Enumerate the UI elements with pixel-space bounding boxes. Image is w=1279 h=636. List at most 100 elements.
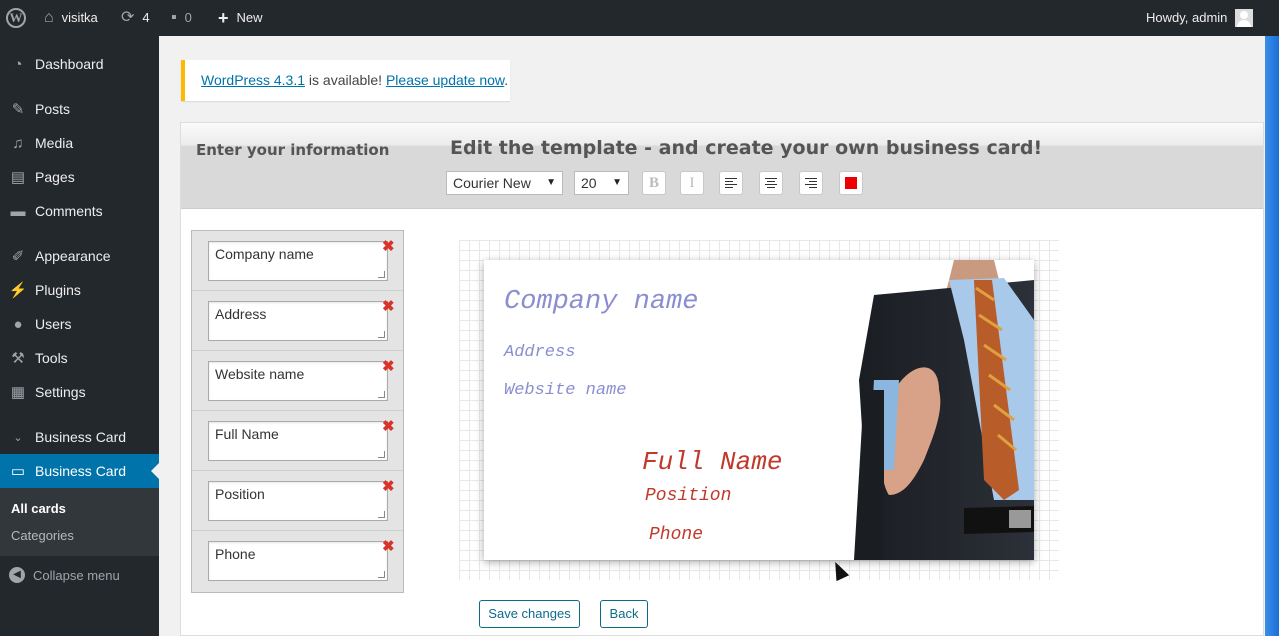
new-label: New [236, 10, 263, 25]
wordpress-version-link[interactable]: WordPress 4.3.1 [201, 72, 305, 88]
card-icon: ⌄ [13, 431, 23, 444]
window-edge [1265, 36, 1279, 636]
sidebar-item-label: Users [35, 316, 72, 332]
submenu-categories[interactable]: Categories [11, 528, 74, 543]
wordpress-logo[interactable]: W [6, 0, 26, 36]
resize-grip-icon[interactable] [378, 451, 385, 458]
submenu-all-cards[interactable]: All cards [11, 501, 66, 516]
card-position[interactable]: Position [645, 486, 731, 506]
card-address[interactable]: Address [504, 343, 575, 362]
avatar [1235, 9, 1254, 27]
color-swatch [845, 177, 857, 189]
align-right-icon [805, 178, 817, 188]
update-notice: WordPress 4.3.1 is available! Please upd… [181, 60, 510, 101]
delete-icon[interactable]: ✖ [382, 539, 395, 554]
site-name-link[interactable]: ⌂ visitka [44, 0, 98, 36]
sidebar-item-plugins[interactable]: ⚡ Plugins [0, 273, 159, 307]
resize-grip-icon[interactable] [378, 391, 385, 398]
bold-button[interactable]: B [642, 171, 666, 195]
address-field[interactable]: Address [208, 301, 388, 341]
dropdown-arrow-icon: ▼ [612, 177, 622, 188]
sidebar-item-business-card-2[interactable]: ▭ Business Card [0, 454, 159, 488]
card-phone[interactable]: Phone [649, 525, 703, 545]
back-button[interactable]: Back [600, 600, 648, 628]
media-icon: ♫ [12, 134, 24, 152]
phone-field[interactable]: Phone [208, 541, 388, 581]
collapse-icon: ◀ [9, 567, 25, 583]
text-color-button[interactable] [839, 171, 863, 195]
business-card-preview: Company name Address Website name Full N… [484, 260, 1034, 560]
sidebar-item-settings[interactable]: ▦ Settings [0, 375, 159, 409]
site-name: visitka [61, 10, 98, 25]
field-row: Phone ✖ [192, 531, 403, 591]
comments-link[interactable]: ▪ 0 [171, 0, 192, 36]
update-now-link[interactable]: Please update now [386, 72, 504, 88]
sidebar-item-pages[interactable]: ▤ Pages [0, 160, 159, 194]
new-content-link[interactable]: + New [218, 0, 263, 36]
align-center-button[interactable] [759, 171, 783, 195]
save-changes-button[interactable]: Save changes [479, 600, 580, 628]
italic-button[interactable]: I [680, 171, 704, 195]
website-name-field[interactable]: Website name [208, 361, 388, 401]
card-website[interactable]: Website name [504, 381, 626, 400]
sidebar-item-label: Pages [35, 169, 75, 185]
settings-icon: ▦ [10, 384, 26, 401]
delete-icon[interactable]: ✖ [382, 419, 395, 434]
align-left-button[interactable] [719, 171, 743, 195]
sidebar-item-comments[interactable]: ▬ Comments [0, 194, 159, 228]
align-right-button[interactable] [799, 171, 823, 195]
font-family-select[interactable]: Courier New ▼ [446, 171, 563, 195]
sidebar-item-label: Tools [35, 350, 68, 366]
full-name-field[interactable]: Full Name [208, 421, 388, 461]
sidebar-item-label: Comments [35, 203, 103, 219]
field-list: Company name ✖ Address ✖ Website name ✖ … [191, 230, 404, 593]
font-family-value: Courier New [453, 175, 531, 191]
card-full-name[interactable]: Full Name [642, 447, 782, 477]
sidebar-item-media[interactable]: ♫ Media [0, 126, 159, 160]
delete-icon[interactable]: ✖ [382, 299, 395, 314]
italic-icon: I [689, 175, 695, 191]
align-center-icon [765, 178, 777, 188]
font-size-select[interactable]: 20 ▼ [574, 171, 629, 195]
sidebar-item-label: Settings [35, 384, 86, 400]
user-icon: ● [13, 315, 23, 333]
refresh-icon: ⟳ [121, 9, 135, 26]
delete-icon[interactable]: ✖ [382, 359, 395, 374]
editor-title: Edit the template - and create your own … [450, 137, 1043, 159]
field-row: Full Name ✖ [192, 411, 403, 471]
delete-icon[interactable]: ✖ [382, 479, 395, 494]
sidebar-item-dashboard[interactable]: ◔ Dashboard [0, 47, 159, 81]
position-field[interactable]: Position [208, 481, 388, 521]
sidebar-item-label: Business Card [35, 463, 127, 479]
collapse-menu-button[interactable]: ◀ Collapse menu [0, 563, 159, 587]
id-card-icon: ▭ [10, 463, 26, 480]
home-icon: ⌂ [44, 9, 54, 26]
resize-grip-icon[interactable] [378, 571, 385, 578]
resize-grip-icon[interactable] [378, 331, 385, 338]
sidebar-item-posts[interactable]: ✎ Posts [0, 92, 159, 126]
resize-grip-icon[interactable] [378, 511, 385, 518]
editor-header: Enter your information Edit the template… [181, 123, 1263, 209]
card-company-name[interactable]: Company name [504, 287, 698, 317]
font-size-value: 20 [581, 175, 597, 191]
company-name-field[interactable]: Company name [208, 241, 388, 281]
sidebar-item-users[interactable]: ● Users [0, 307, 159, 341]
admin-sidebar: ◔ Dashboard ✎ Posts ♫ Media ▤ Pages ▬ Co… [0, 36, 159, 636]
wrench-icon: ⚒ [11, 350, 25, 367]
my-account[interactable]: Howdy, admin [1146, 0, 1254, 36]
bold-icon: B [648, 175, 659, 191]
pin-icon: ✎ [11, 101, 25, 118]
pages-icon: ▤ [10, 169, 26, 186]
resize-grip-icon[interactable] [378, 271, 385, 278]
updates-link[interactable]: ⟳ 4 [121, 0, 150, 36]
sidebar-item-appearance[interactable]: ✐ Appearance [0, 239, 159, 273]
sidebar-item-business-card-1[interactable]: ⌄ Business Card [0, 420, 159, 454]
dashboard-icon: ◔ [13, 55, 23, 73]
sidebar-item-tools[interactable]: ⚒ Tools [0, 341, 159, 375]
updates-count: 4 [142, 10, 150, 25]
delete-icon[interactable]: ✖ [382, 239, 395, 254]
sidebar-item-label: Business Card [35, 429, 127, 445]
comment-icon: ▬ [10, 202, 26, 220]
comment-icon: ▪ [171, 9, 177, 26]
sidebar-item-label: Appearance [35, 248, 111, 264]
